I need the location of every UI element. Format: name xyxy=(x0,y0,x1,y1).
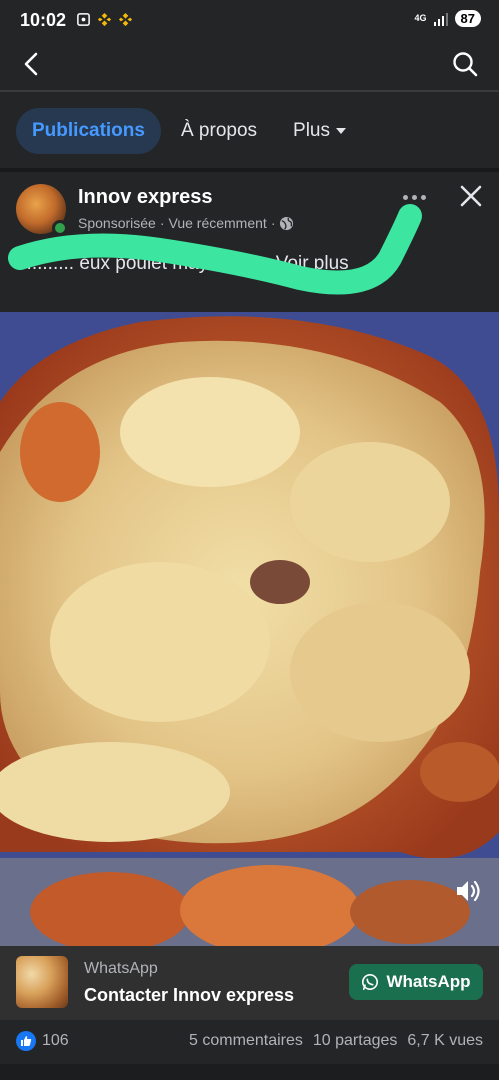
meta-separator: · xyxy=(159,215,165,231)
comment-count[interactable]: 5 commentaires xyxy=(189,1032,303,1050)
binance-icon xyxy=(118,12,133,27)
cta-label: WhatsApp xyxy=(84,960,158,977)
post-text[interactable]: ........... eux poulet mayo est ... Voir… xyxy=(16,250,486,277)
engagement-stats: 5 commentaires 10 partages 6,7 K vues xyxy=(189,1032,483,1050)
tab-about[interactable]: À propos xyxy=(165,108,273,154)
caret-down-icon xyxy=(335,128,346,134)
header-divider xyxy=(0,90,499,92)
food-photo xyxy=(0,312,499,946)
status-bar: 10:02 4G 87 xyxy=(0,0,499,40)
whatsapp-button-label: WhatsApp xyxy=(386,972,471,991)
status-time: 10:02 xyxy=(20,10,67,30)
chevron-left-icon[interactable] xyxy=(18,50,46,78)
tab-label: Plus xyxy=(293,120,330,141)
bottom-edge xyxy=(0,1064,499,1080)
tab-label: Publications xyxy=(32,120,145,141)
status-notification-icons xyxy=(76,12,133,27)
post-header: Innov express Sponsorisée · Vue récemmen… xyxy=(0,172,499,312)
post-meta: Sponsorisée · Vue récemment · xyxy=(78,215,294,231)
tab-publications[interactable]: Publications xyxy=(16,108,161,154)
whatsapp-button[interactable]: WhatsApp xyxy=(349,964,483,1000)
top-navigation xyxy=(0,40,499,90)
battery-indicator: 87 xyxy=(454,10,481,27)
globe-icon xyxy=(280,216,294,230)
screenshot-icon xyxy=(77,13,90,26)
close-icon[interactable] xyxy=(457,182,485,210)
like-count[interactable]: 106 xyxy=(42,1032,69,1050)
call-to-action-bar[interactable]: WhatsApp Contacter Innov express WhatsAp… xyxy=(0,946,499,1020)
whatsapp-icon xyxy=(362,973,379,991)
binance-icon xyxy=(97,12,112,27)
search-icon[interactable] xyxy=(451,50,479,78)
page-name[interactable]: Innov express xyxy=(78,186,213,209)
page-tabs: Publications À propos Plus xyxy=(16,108,362,154)
volume-icon[interactable] xyxy=(453,876,483,906)
tab-more[interactable]: Plus xyxy=(277,108,362,154)
view-count: 6,7 K vues xyxy=(407,1032,483,1049)
status-right: 4G 87 xyxy=(415,10,481,27)
ad-thumbnail xyxy=(16,956,68,1008)
more-horizontal-icon[interactable] xyxy=(399,182,429,212)
share-count[interactable]: 10 partages xyxy=(313,1032,398,1050)
network-type: 4G xyxy=(414,13,427,23)
recently-viewed-label: Vue récemment xyxy=(168,215,267,231)
cta-title: Contacter Innov express xyxy=(84,985,295,1005)
meta-separator: · xyxy=(270,215,276,231)
online-status-dot xyxy=(52,220,68,236)
signal-icon xyxy=(433,12,448,26)
tab-label: À propos xyxy=(180,120,258,141)
post-media[interactable] xyxy=(0,312,499,946)
like-icon[interactable] xyxy=(16,1031,36,1051)
sponsored-label: Sponsorisée xyxy=(78,215,156,231)
engagement-bar: 106 5 commentaires 10 partages 6,7 K vue… xyxy=(0,1020,499,1064)
